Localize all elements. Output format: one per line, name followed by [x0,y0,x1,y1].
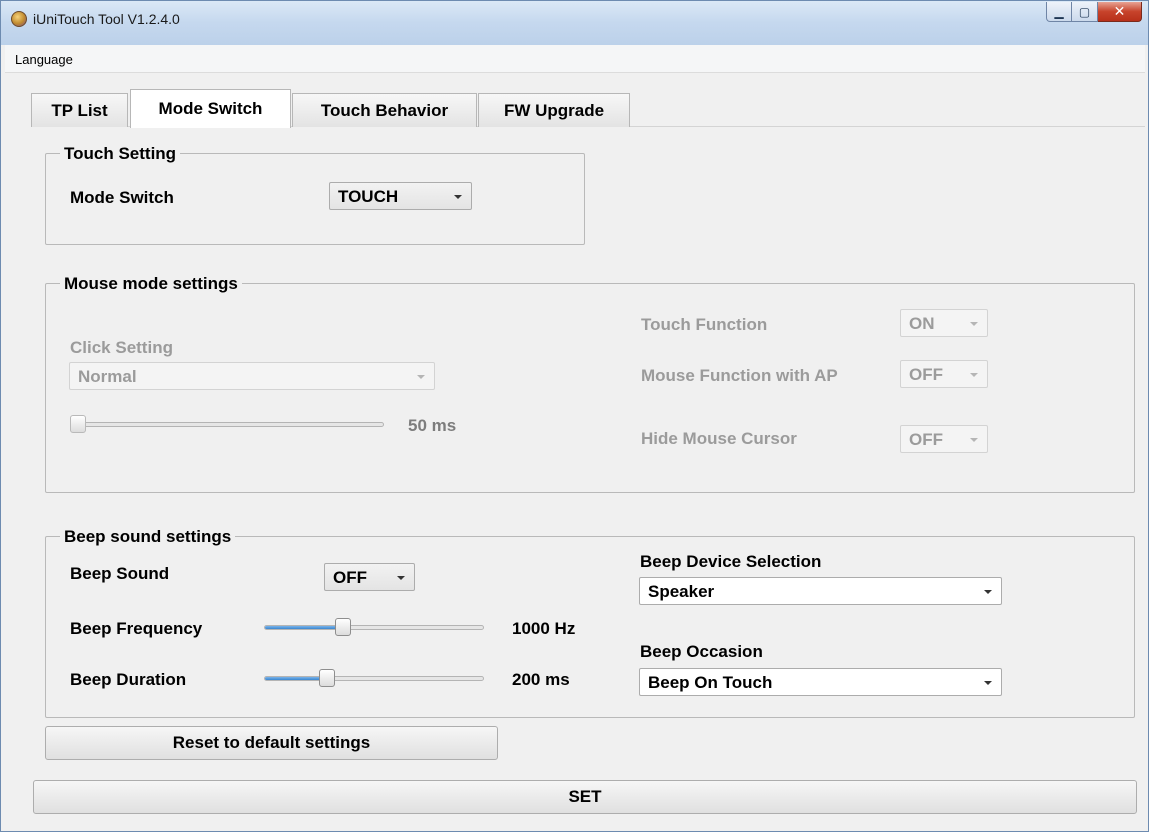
mode-switch-value: TOUCH [338,187,399,206]
beep-settings-title: Beep sound settings [60,527,236,547]
close-button[interactable]: ✕ [1098,2,1142,22]
chevron-down-icon [970,438,978,442]
title-bar[interactable]: iUniTouch Tool V1.2.4.0 ▁ ▢ ✕ [1,1,1148,45]
click-delay-value: 50 ms [408,416,457,435]
minimize-icon: ▁ [1054,4,1064,19]
window-controls: ▁ ▢ ✕ [1046,2,1142,22]
minimize-button[interactable]: ▁ [1046,2,1072,22]
tab-tp-list[interactable]: TP List [31,93,128,127]
click-setting-value: Normal [78,367,137,386]
beep-occasion-select[interactable]: Beep On Touch [639,668,1002,696]
beep-sound-value: OFF [333,568,367,587]
client-area: TP List Mode Switch Touch Behavior FW Up… [5,73,1145,829]
chevron-down-icon [454,195,462,199]
maximize-button[interactable]: ▢ [1072,2,1098,22]
touch-function-label: Touch Function [641,315,768,334]
hide-cursor-select[interactable]: OFF [900,425,988,453]
touch-function-value: ON [909,314,935,333]
beep-duration-value: 200 ms [512,670,570,689]
app-icon [11,11,27,27]
chevron-down-icon [984,590,992,594]
set-button[interactable]: SET [33,780,1137,814]
beep-frequency-label: Beep Frequency [70,619,203,638]
chevron-down-icon [397,576,405,580]
hide-cursor-label: Hide Mouse Cursor [641,429,797,448]
reset-defaults-button[interactable]: Reset to default settings [45,726,498,760]
chevron-down-icon [970,373,978,377]
menu-bar: Language [5,45,1145,73]
touch-setting-title: Touch Setting [60,144,181,164]
app-window: iUniTouch Tool V1.2.4.0 ▁ ▢ ✕ Language T… [0,0,1149,832]
beep-frequency-slider-fill [265,626,344,629]
mode-switch-label: Mode Switch [70,188,174,207]
chevron-down-icon [417,375,425,379]
mouse-mode-group: Mouse mode settings Click Setting Normal… [45,274,1135,493]
beep-duration-label: Beep Duration [70,670,187,689]
click-delay-slider-track[interactable] [72,422,384,427]
beep-duration-slider-track[interactable] [264,676,484,681]
beep-duration-slider-thumb[interactable] [319,669,336,687]
beep-device-label: Beep Device Selection [640,552,822,571]
beep-sound-select[interactable]: OFF [324,563,415,591]
mouse-function-ap-value: OFF [909,365,943,384]
beep-occasion-value: Beep On Touch [648,673,773,692]
mouse-mode-title: Mouse mode settings [60,274,242,294]
beep-occasion-label: Beep Occasion [640,642,763,661]
maximize-icon: ▢ [1078,4,1091,19]
click-setting-label: Click Setting [70,338,173,357]
click-delay-slider-thumb[interactable] [70,415,86,433]
chevron-down-icon [984,681,992,685]
mouse-function-ap-label: Mouse Function with AP [641,366,838,385]
window-title: iUniTouch Tool V1.2.4.0 [33,11,180,27]
mode-switch-select[interactable]: TOUCH [329,182,472,210]
touch-setting-group: Touch Setting Mode Switch TOUCH [45,144,585,245]
tab-mode-switch[interactable]: Mode Switch [130,89,291,128]
beep-settings-group: Beep sound settings Beep Sound OFF Beep … [45,527,1135,718]
beep-frequency-slider-track[interactable] [264,625,484,630]
beep-device-value: Speaker [648,582,715,601]
beep-device-select[interactable]: Speaker [639,577,1002,605]
beep-frequency-value: 1000 Hz [512,619,576,638]
tab-touch-behavior[interactable]: Touch Behavior [292,93,477,127]
menu-language[interactable]: Language [15,52,73,67]
touch-function-select[interactable]: ON [900,309,988,337]
close-icon: ✕ [1113,3,1126,19]
chevron-down-icon [970,322,978,326]
hide-cursor-value: OFF [909,430,943,449]
tab-fw-upgrade[interactable]: FW Upgrade [478,93,630,127]
beep-frequency-slider-thumb[interactable] [335,618,352,636]
click-setting-select[interactable]: Normal [69,362,435,390]
mouse-function-ap-select[interactable]: OFF [900,360,988,388]
beep-sound-label: Beep Sound [70,564,170,583]
